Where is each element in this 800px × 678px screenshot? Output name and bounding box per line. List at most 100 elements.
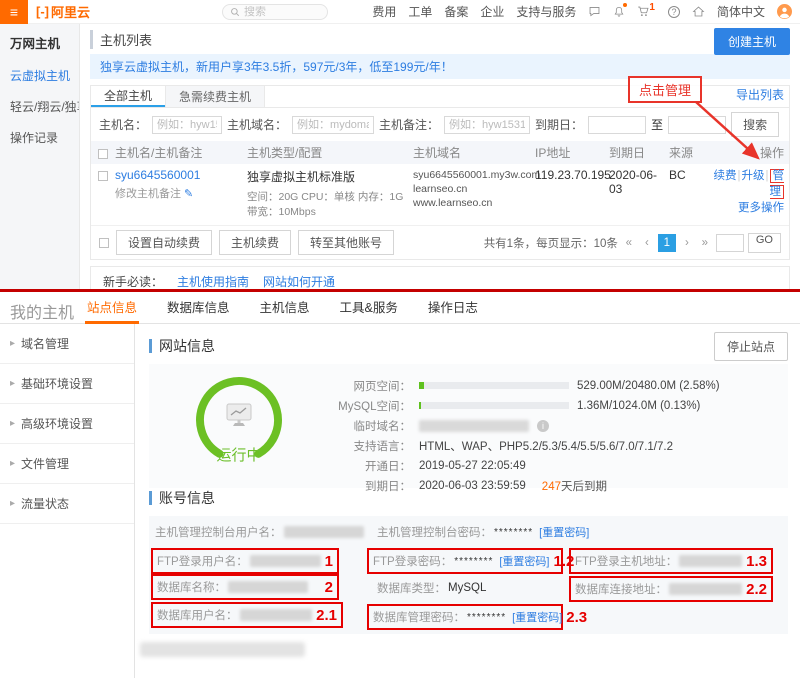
bell-icon[interactable] xyxy=(613,5,625,18)
cart-icon[interactable]: 1 xyxy=(637,5,656,18)
search-input[interactable] xyxy=(244,6,316,18)
monitor-chart-icon xyxy=(224,402,254,431)
tab-database-info[interactable]: 数据库信息 xyxy=(165,292,232,324)
page-next-button[interactable]: › xyxy=(680,234,694,252)
global-search[interactable] xyxy=(222,4,328,20)
page-last-button[interactable]: » xyxy=(698,234,712,252)
tab-host-info[interactable]: 主机信息 xyxy=(258,292,312,324)
host-config: 空间：20G CPU：单核 内存：1G 带宽：10Mbps xyxy=(247,189,413,219)
reset-db-password-link[interactable]: [重置密码] xyxy=(512,609,562,625)
menu-icp[interactable]: 备案 xyxy=(444,3,468,20)
filter-domain-input[interactable] xyxy=(292,116,374,134)
host-type: 独享虚拟主机标准版 xyxy=(247,170,355,184)
help-icon[interactable]: ? xyxy=(668,6,680,18)
transfer-button[interactable]: 转至其他账号 xyxy=(298,230,394,255)
more-actions-link[interactable]: 更多操作 xyxy=(738,202,784,214)
page-go-button[interactable]: GO xyxy=(748,233,781,253)
info-icon[interactable]: i xyxy=(537,420,549,432)
page-summary: 共有1条，每页显示：10条 xyxy=(484,235,618,251)
host-name-link[interactable]: syu6645560001 xyxy=(115,168,200,182)
hamburger-menu-button[interactable]: ≡ xyxy=(0,0,28,24)
page-jump-input[interactable] xyxy=(716,234,744,252)
menu-tickets[interactable]: 工单 xyxy=(408,3,432,20)
host-list-section: 万网主机 云虚拟主机 轻云/翔云/独享主.. 操作记录 主机列表 创建主机 独享… xyxy=(0,24,800,289)
host-main: 主机列表 创建主机 独享云虚拟主机，新用户享3年3.5折，597元/3年，低至1… xyxy=(80,24,800,289)
sidebar-item-basic-env[interactable]: ▸基础环境设置 xyxy=(0,364,134,404)
host-ip: 119.23.70.195 xyxy=(535,168,609,182)
db-type-value: MySQL xyxy=(448,582,486,594)
search-button[interactable]: 搜索 xyxy=(731,112,779,137)
tab-renewal-hosts[interactable]: 急需续费主机 xyxy=(165,86,265,107)
avatar[interactable] xyxy=(777,4,792,19)
upgrade-link[interactable]: 升级 xyxy=(742,170,765,182)
guide-manual-link[interactable]: 主机使用指南 xyxy=(177,273,249,289)
renew-button[interactable]: 主机续费 xyxy=(219,230,291,255)
annotation-number-1-3: 1.3 xyxy=(742,553,767,570)
manage-link[interactable]: 管理 xyxy=(770,169,785,199)
annotation-number-1: 1 xyxy=(321,553,333,570)
host-expire-date: 2020-06-03 xyxy=(609,168,669,196)
page-first-button[interactable]: « xyxy=(622,234,636,252)
filter-expire-end-input[interactable] xyxy=(668,116,726,134)
sidebar-item-traffic-status[interactable]: ▸流量状态 xyxy=(0,484,134,524)
mysql-space-progressbar xyxy=(419,402,569,409)
language-switcher[interactable]: 简体中文 xyxy=(717,3,765,20)
pencil-icon[interactable]: ✎ xyxy=(184,187,193,200)
tab-tools-services[interactable]: 工具&服务 xyxy=(338,292,400,324)
temp-domain-redacted xyxy=(419,420,529,432)
sidebar-item-advanced-env[interactable]: ▸高级环境设置 xyxy=(0,404,134,444)
console-main: 网站信息 停止站点 运行中 网页空间：529.00M/20480.0M (2.5… xyxy=(135,324,800,678)
table-row: syu6645560001 修改主机备注✎ 独享虚拟主机标准版 空间：20G C… xyxy=(91,164,789,226)
home-icon[interactable] xyxy=(692,5,705,18)
auto-renew-button[interactable]: 设置自动续费 xyxy=(116,230,212,255)
sidebar-item-file-mgmt[interactable]: ▸文件管理 xyxy=(0,444,134,484)
filter-expire-start-input[interactable] xyxy=(588,116,646,134)
aliyun-logo[interactable]: [-] 阿里云 xyxy=(36,2,90,21)
row-checkbox[interactable] xyxy=(98,171,108,181)
account-info-title: 账号信息 xyxy=(159,488,215,508)
host-table-panel: 全部主机 急需续费主机 主机名： 主机域名： 主机备注： 到期日： 至 搜索 主… xyxy=(90,85,790,260)
menu-enterprise[interactable]: 企业 xyxy=(480,3,504,20)
top-menu: 费用 工单 备案 企业 支持与服务 1 ? 简体中文 xyxy=(372,3,800,20)
sidebar-item-qingyun[interactable]: 轻云/翔云/独享主.. xyxy=(0,91,79,122)
page-prev-button[interactable]: ‹ xyxy=(640,234,654,252)
filter-hostname-input[interactable] xyxy=(152,116,222,134)
batch-checkbox[interactable] xyxy=(99,238,109,248)
page-current[interactable]: 1 xyxy=(658,234,676,252)
filter-note-input[interactable] xyxy=(444,116,530,134)
mysql-space-label: MySQL空间： xyxy=(329,398,411,414)
sidebar-item-domain-mgmt[interactable]: ▸域名管理 xyxy=(0,324,134,364)
tab-all-hosts[interactable]: 全部主机 xyxy=(91,86,165,107)
web-space-label: 网页空间： xyxy=(329,378,411,394)
annotation-number-2: 2 xyxy=(321,579,333,596)
header-expire: 到期日 xyxy=(609,144,669,161)
caret-icon: ▸ xyxy=(10,498,15,509)
renew-link[interactable]: 续费 xyxy=(714,170,737,182)
annotation-number-2-1: 2.1 xyxy=(312,607,337,624)
select-all-checkbox[interactable] xyxy=(98,149,108,159)
export-list-link[interactable]: 导出列表 xyxy=(736,86,784,103)
language-value: HTML、WAP、PHP5.2/5.3/5.4/5.5/5.6/7.0/7.1/… xyxy=(419,438,673,454)
console-title: 我的主机 xyxy=(10,299,74,323)
guide-open-site-link[interactable]: 网站如何开通 xyxy=(263,273,335,289)
reset-ftp-password-link[interactable]: [重置密码] xyxy=(499,553,549,569)
sidebar-item-cloud-virtual-host[interactable]: 云虚拟主机 xyxy=(0,60,79,91)
sidebar-item-operation-log[interactable]: 操作记录 xyxy=(0,122,79,153)
tab-site-info[interactable]: 站点信息 xyxy=(85,292,139,324)
menu-billing[interactable]: 费用 xyxy=(372,3,396,20)
create-host-button[interactable]: 创建主机 xyxy=(714,28,790,55)
host-sidebar: 万网主机 云虚拟主机 轻云/翔云/独享主.. 操作记录 xyxy=(0,24,80,289)
stop-site-button[interactable]: 停止站点 xyxy=(714,332,788,361)
db-name-redacted xyxy=(228,581,308,593)
message-icon[interactable] xyxy=(588,5,601,18)
db-address-redacted xyxy=(669,583,742,595)
title-bar-accent xyxy=(149,491,152,505)
reset-console-password-link[interactable]: [重置密码] xyxy=(539,524,589,540)
menu-support[interactable]: 支持与服务 xyxy=(516,3,576,20)
click-manage-annotation: 点击管理 xyxy=(628,76,702,103)
header-domain: 主机域名 xyxy=(413,144,535,161)
db-username-cell: 数据库用户名：2.1 xyxy=(151,602,343,628)
console-body: ▸域名管理 ▸基础环境设置 ▸高级环境设置 ▸文件管理 ▸流量状态 网站信息 停… xyxy=(0,324,800,678)
ftp-password-cell: FTP登录密码：********[重置密码]1.2 xyxy=(367,548,563,574)
tab-operation-log[interactable]: 操作日志 xyxy=(426,292,480,324)
